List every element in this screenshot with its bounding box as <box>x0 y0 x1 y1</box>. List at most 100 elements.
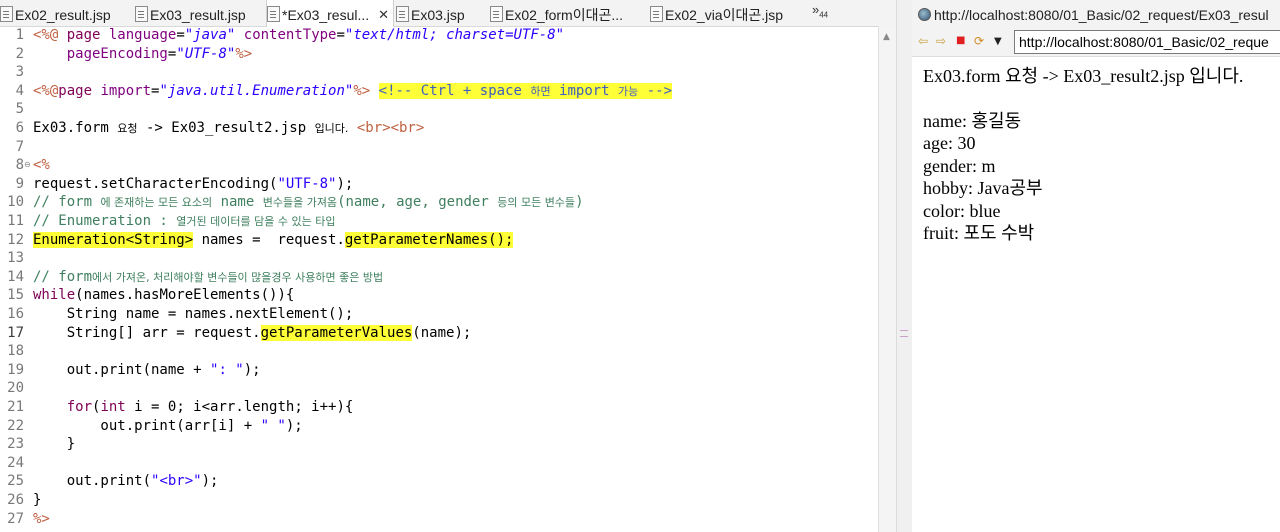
line-number: 20 <box>7 380 24 397</box>
tab-ex03-result[interactable]: Ex03_result.jsp <box>135 0 265 26</box>
code-comment: // form에서 가져온, 처리해야할 변수들이 많을경우 사용하면 좋은 방… <box>33 268 384 285</box>
code-line: 3 <box>0 63 878 82</box>
code-line: 10 // form 에 존재하는 모든 요소의 name 변수들을 가져옴(n… <box>0 193 878 212</box>
jsp-file-icon <box>490 6 503 22</box>
code-line: 14 // form에서 가져온, 처리해야할 변수들이 많을경우 사용하면 좋… <box>0 268 878 287</box>
code-line: 5 <box>0 100 878 119</box>
line-number: 23 <box>7 436 24 453</box>
line-number: 10 <box>7 194 24 211</box>
code-line: 1 <%@ page language="java" contentType="… <box>0 26 878 45</box>
output-row-fruit: fruit: 포도 수박 <box>923 223 1035 244</box>
forward-arrow-icon[interactable]: ⇨ <box>936 34 946 48</box>
code-line: 15 while(names.hasMoreElements()){ <box>0 286 878 305</box>
line-number: 1 <box>15 27 24 43</box>
page-heading: Ex03.form 요청 -> Ex03_result2.jsp 입니다. <box>923 66 1244 86</box>
code-line: 16 String name = names.nextElement(); <box>0 305 878 324</box>
code-line: 6 Ex03.form 요청 -> Ex03_result2.jsp 입니다. … <box>0 119 878 138</box>
line-number: 13 <box>7 250 24 267</box>
line-number: 21 <box>7 399 24 415</box>
code-text: <%@page import="java.util.Enumeration"%>… <box>33 82 673 99</box>
code-line: 26 } <box>0 491 878 510</box>
code-text: Enumeration<String> names = request.getP… <box>33 231 514 248</box>
editor-vertical-scrollbar[interactable]: ▲ <box>878 26 897 532</box>
code-text: String name = names.nextElement(); <box>33 306 354 322</box>
tab-label: Ex02_form이대곤... <box>505 7 624 23</box>
browser-pane: http://localhost:8080/01_Basic/02_reques… <box>912 0 1280 532</box>
editor-tab-bar: Ex02_result.jsp Ex03_result.jsp *Ex03_re… <box>0 0 896 27</box>
back-arrow-icon[interactable]: ⇦ <box>918 34 928 48</box>
stop-icon[interactable]: ■ <box>956 35 965 46</box>
more-tabs-button[interactable]: »44 <box>812 2 828 20</box>
output-row-hobby: hobby: Java공부 <box>923 178 1043 199</box>
code-line: 12 Enumeration<String> names = request.g… <box>0 231 878 250</box>
url-input[interactable]: http://localhost:8080/01_Basic/02_reque <box>1014 30 1280 54</box>
code-line: 9 request.setCharacterEncoding("UTF-8"); <box>0 175 878 194</box>
code-line: 4 <%@page import="java.util.Enumeration"… <box>0 82 878 101</box>
line-number: 17 <box>7 324 24 341</box>
scroll-up-arrow-icon[interactable]: ▲ <box>883 32 890 42</box>
code-line: 24 <box>0 454 878 473</box>
output-row-name: name: 홍길동 <box>923 111 1022 131</box>
line-number: 2 <box>15 45 24 62</box>
code-text: out.print("<br>"); <box>33 473 219 490</box>
code-comment: // form 에 존재하는 모든 요소의 name 변수들을 가져옴(name… <box>33 194 584 211</box>
highlighted-comment: <!-- Ctrl + space 하면 import 가능 --> <box>378 82 673 99</box>
code-text: } <box>33 492 42 508</box>
overview-ruler-marker[interactable] <box>900 330 908 337</box>
code-line: 8 ⊖ <% <box>0 156 878 175</box>
code-text: <% <box>33 157 50 174</box>
tab-ex02-result[interactable]: Ex02_result.jsp <box>0 0 135 26</box>
output-row-gender: gender: m <box>923 155 996 176</box>
code-text: out.print(arr[i] + " "); <box>33 417 303 434</box>
line-number: 14 <box>7 268 24 285</box>
refresh-icon[interactable]: ⟳ <box>974 34 984 48</box>
code-text: } <box>33 436 76 453</box>
tab-label: Ex02_via이대곤.jsp <box>665 7 784 23</box>
browser-title: http://localhost:8080/01_Basic/02_reques… <box>934 7 1269 23</box>
hidden-tab-count: 44 <box>819 10 829 20</box>
code-line: 13 <box>0 249 878 268</box>
close-tab-icon[interactable]: ✕ <box>378 0 389 27</box>
code-line: 7 <box>0 138 878 157</box>
code-text: while(names.hasMoreElements()){ <box>33 287 295 304</box>
code-line: 19 out.print(name + ": "); <box>0 361 878 380</box>
code-text: Ex03.form 요청 -> Ex03_result2.jsp 입니다. <b… <box>33 120 425 136</box>
jsp-file-icon <box>0 6 13 22</box>
tab-label: Ex03.jsp <box>411 7 465 23</box>
line-number: 27 <box>7 510 24 527</box>
code-text: for(int i = 0; i<arr.length; i++){ <box>66 399 354 415</box>
code-line: 11 // Enumeration : 열거된 데이터를 담을 수 있는 타입 <box>0 212 878 231</box>
tab-label: Ex02_result.jsp <box>15 7 111 23</box>
browser-title-tab[interactable]: http://localhost:8080/01_Basic/02_reques… <box>912 0 1280 28</box>
code-line: 23 } <box>0 435 878 454</box>
tab-ex03-result2-active[interactable]: *Ex03_resul... ✕ <box>266 0 394 27</box>
line-number: 15 <box>7 287 24 304</box>
line-number: 3 <box>15 64 24 81</box>
tab-ex02-form[interactable]: Ex02_form이대곤... <box>490 0 648 26</box>
tab-ex03[interactable]: Ex03.jsp <box>396 0 488 26</box>
line-number: 7 <box>15 138 24 155</box>
line-number: 6 <box>15 120 24 136</box>
code-area[interactable]: 1 <%@ page language="java" contentType="… <box>0 26 878 532</box>
line-number: 9 <box>15 175 24 192</box>
tab-label: Ex03_result.jsp <box>150 7 246 23</box>
code-text: pageEncoding="UTF-8"%> <box>66 45 253 62</box>
jsp-file-icon <box>267 6 280 22</box>
code-text: <%@ page language="java" contentType="te… <box>33 27 565 43</box>
line-number: 24 <box>7 454 24 471</box>
browser-page-content: Ex03.form 요청 -> Ex03_result2.jsp 입니다. na… <box>923 64 1280 244</box>
code-line: 18 <box>0 342 878 361</box>
globe-icon <box>918 8 931 21</box>
line-number: 5 <box>15 101 24 118</box>
output-row-color: color: blue <box>923 200 1001 221</box>
code-line: 20 <box>0 379 878 398</box>
code-line: 22 out.print(arr[i] + " "); <box>0 417 878 436</box>
code-line: 25 out.print("<br>"); <box>0 472 878 491</box>
code-line-current: 17 String[] arr = request.getParameterVa… <box>0 324 878 343</box>
line-number: 4 <box>15 82 24 99</box>
fold-toggle-icon[interactable]: ⊖ <box>24 156 31 175</box>
line-number: 16 <box>7 306 24 322</box>
chevron-down-icon[interactable]: ▼ <box>994 36 1002 47</box>
tab-ex02-via[interactable]: Ex02_via이대곤.jsp <box>650 0 806 26</box>
code-text: %> <box>33 510 50 527</box>
